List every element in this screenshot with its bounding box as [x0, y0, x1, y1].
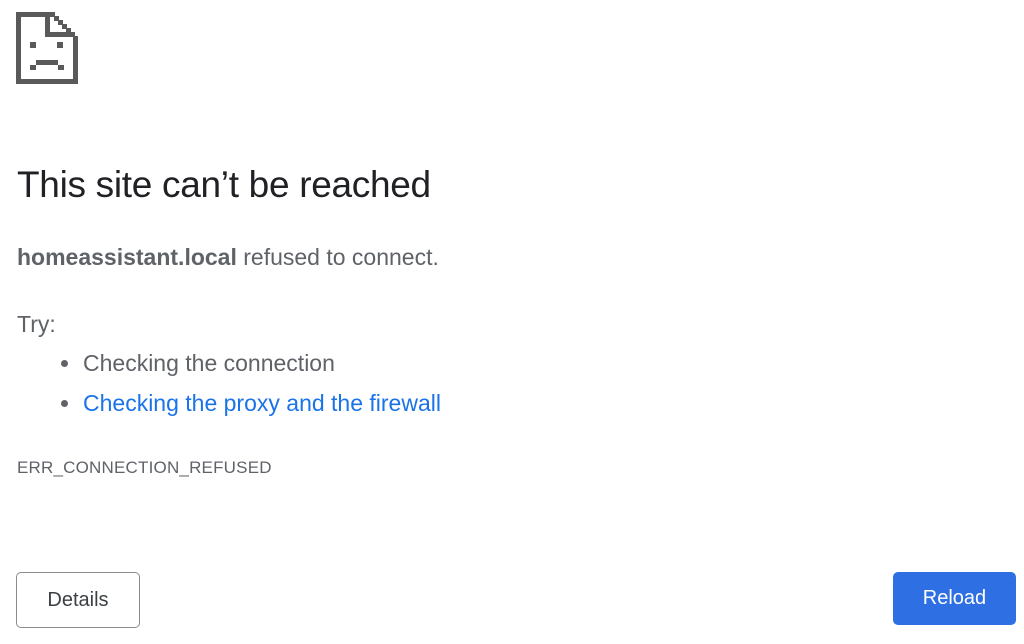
suggestion-item: Checking the proxy and the firewall	[59, 384, 441, 424]
sad-page-icon	[16, 12, 78, 84]
try-label: Try:	[17, 311, 56, 337]
suggestion-item: Checking the connection	[59, 344, 441, 384]
suggestions-list: Checking the connection Checking the pro…	[59, 344, 441, 424]
bullet-dot-icon	[61, 400, 68, 407]
suggestion-text: Checking the connection	[83, 350, 335, 376]
page-title: This site can’t be reached	[17, 164, 431, 205]
host-name: homeassistant.local	[17, 244, 237, 270]
error-code: ERR_CONNECTION_REFUSED	[17, 458, 272, 477]
error-page: This site can’t be reached homeassistant…	[0, 0, 1024, 644]
details-button[interactable]: Details	[16, 572, 140, 628]
reload-button[interactable]: Reload	[893, 572, 1016, 625]
proxy-firewall-link[interactable]: Checking the proxy and the firewall	[83, 390, 441, 416]
bullet-dot-icon	[61, 360, 68, 367]
summary-message: refused to connect.	[236, 244, 439, 270]
error-summary: homeassistant.local refused to connect.	[17, 244, 439, 271]
